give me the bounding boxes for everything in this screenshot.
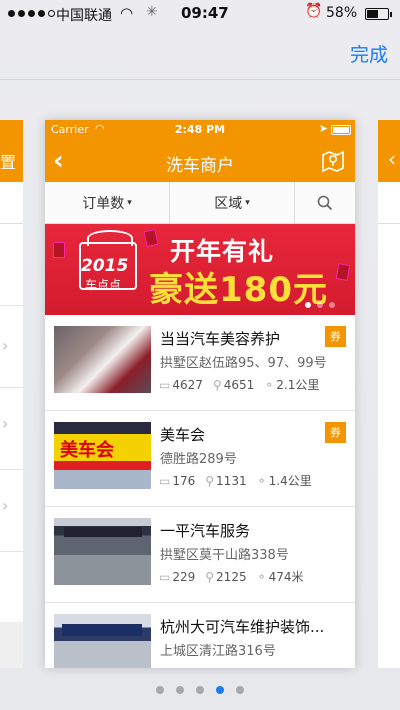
merchant-stats: ▭ 229 ⚲ 2125 ⚬ 474米 [159,568,304,585]
previous-page-card[interactable]: 置 › › › [0,120,23,668]
merchant-stats: ▭ 176 ⚲ 1131 ⚬ 1.4公里 [159,472,312,489]
car-wash-icon: ⚲ [205,473,215,488]
page-indicator[interactable] [0,686,400,694]
area-dropdown[interactable]: 区域 ▾ [170,182,295,223]
inner-nav-bar: ‹ 洗车商户 [45,140,355,182]
filter-bar: 订单数 ▾ 区域 ▾ [45,182,355,224]
signal-strength-icon [8,10,55,17]
comment-count: 4627 [172,377,203,392]
coupon-badge: 券 [325,326,346,347]
location-pin-icon: ⚬ [264,377,275,392]
distance: 474米 [268,570,304,584]
car-wash-icon: ⚲ [205,569,215,584]
page-dot-active[interactable] [216,686,224,694]
search-button[interactable] [295,182,355,223]
wifi-icon: ◠ [120,4,134,22]
merchant-photo: 美车会 [54,422,151,489]
alarm-icon: ⏰ [305,3,323,19]
wash-count: 2125 [216,569,247,584]
banner-offer: 豪送180元 [149,270,328,310]
merchant-name: 当当汽车美容养护 [160,330,281,348]
merchant-name: 杭州大可汽车维护装饰... [160,618,325,636]
chevron-down-icon: ▾ [127,197,132,208]
merchant-photo [54,326,151,393]
location-pin-icon: ⚬ [256,569,267,584]
chevron-right-icon: › [2,414,9,433]
merchant-page-preview[interactable]: Carrier ◠ 2:48 PM ➤ ‹ 洗车商户 订单数 ▾ 区域 ▾ 2015 [45,120,355,668]
merchant-address: 上城区清江路316号 [160,644,276,659]
wash-count: 1131 [216,473,247,488]
page-dot[interactable] [156,686,164,694]
banner-brand-name: 车点点 [85,278,122,292]
page-dot[interactable] [196,686,204,694]
merchant-address: 德胜路289号 [160,452,237,467]
carrier-name: 中国联通 [56,8,112,24]
status-bar: 中国联通 ◠ ✳ 09:47 ⏰ 58% [0,0,400,30]
search-icon [317,195,333,210]
inner-time: 2:48 PM [174,123,226,136]
merchant-row[interactable]: 杭州大可汽车维护装饰... 上城区清江路316号 [45,603,355,668]
banner-dot-active [305,302,311,308]
battery-percent: 58% [326,5,358,21]
merchant-photo [54,518,151,585]
merchant-address: 拱墅区莫干山路338号 [160,548,289,563]
merchant-list: 当当汽车美容养护 拱墅区赵伍路95、97、99号 ▭ 4627 ⚲ 4651 ⚬ 2.… [45,315,355,668]
merchant-name: 美车会 [160,426,206,444]
merchant-name: 一平汽车服务 [160,522,251,540]
promo-banner[interactable]: 2015 车点点 开年有礼 豪送180元 [45,224,355,315]
merchant-address: 拱墅区赵伍路95、97、99号 [160,356,327,371]
banner-brand-year: 2015 [81,256,129,276]
back-chevron-icon: ‹ [388,147,396,171]
distance: 2.1公里 [276,378,320,392]
red-envelope-icon [53,242,65,258]
battery-icon [331,125,351,135]
chevron-down-icon: ▾ [245,197,250,208]
location-arrow-icon: ➤ [318,122,328,135]
page-dot[interactable] [176,686,184,694]
banner-pager [305,302,335,308]
red-envelope-icon [335,263,351,281]
merchant-row[interactable]: 当当汽车美容养护 拱墅区赵伍路95、97、99号 ▭ 4627 ⚲ 4651 ⚬ 2.… [45,315,355,411]
battery-icon [365,8,392,20]
car-wash-icon: ⚲ [212,377,222,392]
nav-divider [0,79,400,80]
chevron-right-icon: › [2,496,9,515]
storefront-sign: 美车会 [60,440,114,461]
map-icon[interactable] [321,148,345,172]
next-page-card[interactable]: ‹ [378,120,400,668]
area-label: 区域 [214,195,243,212]
comment-count: 176 [172,473,196,488]
activity-spinner-icon: ✳ [146,4,158,20]
page-title: 洗车商户 [166,156,234,176]
coupon-badge: 券 [325,422,346,443]
distance: 1.4公里 [268,474,312,488]
red-envelope-icon [143,228,159,248]
merchant-row[interactable]: 一平汽车服务 拱墅区莫干山路338号 ▭ 229 ⚲ 2125 ⚬ 474米 [45,507,355,603]
status-time: 09:47 [181,4,229,22]
wash-count: 4651 [223,377,255,392]
comment-icon: ▭ [159,569,171,584]
partial-title-glyph: 置 [0,153,17,172]
comment-icon: ▭ [159,377,171,392]
sort-by-orders-dropdown[interactable]: 订单数 ▾ [45,182,170,223]
merchant-row[interactable]: 美车会 美车会 德胜路289号 ▭ 176 ⚲ 1131 ⚬ 1.4公里 券 [45,411,355,507]
comment-icon: ▭ [159,473,171,488]
sort-by-orders-label: 订单数 [82,195,125,212]
merchant-photo [54,614,151,668]
inner-status-bar: Carrier ◠ 2:48 PM ➤ [45,120,355,140]
merchant-stats: ▭ 4627 ⚲ 4651 ⚬ 2.1公里 [159,376,319,393]
chevron-right-icon: › [2,336,9,355]
page-dot[interactable] [236,686,244,694]
location-pin-icon: ⚬ [256,473,267,488]
comment-count: 229 [172,569,196,584]
done-button[interactable]: 完成 [350,40,388,67]
